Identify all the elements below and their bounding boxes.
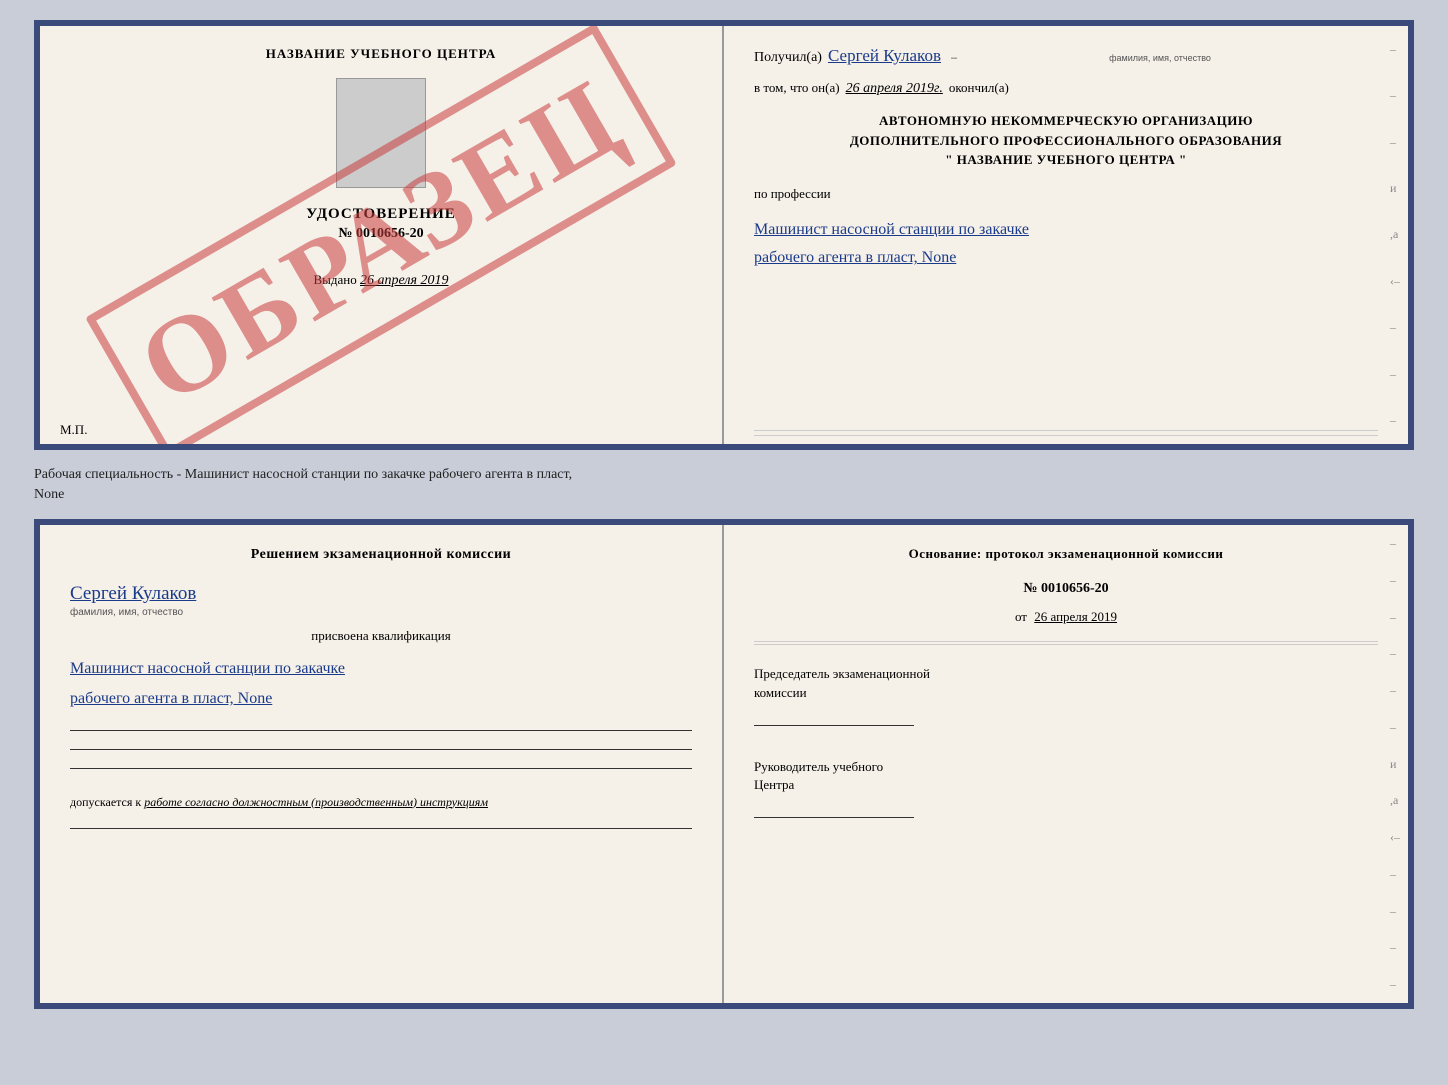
rukovoditel-block: Руководитель учебного Центра [754,758,1378,818]
caption-line1: Рабочая специальность - Машинист насосно… [34,465,1414,485]
poluchil-name: Сергей Кулаков [828,46,941,66]
vydano-line: Выдано 26 апреля 2019 [314,272,449,289]
bottom-document: Решением экзаменационной комиссии Сергей… [34,519,1414,1009]
bottom-right-panel: Основание: протокол экзаменационной коми… [724,525,1408,1009]
sep-lines [754,641,1378,645]
poluchil-label: Получил(а) [754,50,822,66]
sig-line-2 [70,749,692,750]
sep1 [754,430,1378,431]
vtom-line: в том, что он(а) 26 апреля 2019г. окончи… [754,80,1378,97]
po-professii-label: по профессии [754,186,1378,202]
dopuskaetsya-block: допускается к работе согласно должностны… [70,794,692,811]
vtom-label: в том, что он(а) [754,80,840,96]
bottom-sig-line-final [70,828,692,829]
profession-line1-top: Машинист насосной станции по закачке [754,216,1378,245]
sep2 [754,435,1378,436]
top-right-panel: Получил(а) Сергей Кулаков – фамилия, имя… [724,26,1408,450]
avt-line1: АВТОНОМНУЮ НЕКОММЕРЧЕСКУЮ ОРГАНИЗАЦИЮ [754,111,1378,131]
bottom-sig-lines [70,730,692,769]
bottom-profession-line1: Машинист насосной станции по закачке [70,654,692,684]
predsedatel-line1: Председатель экзаменационной [754,665,1378,683]
predsedatel-sig-line [754,706,914,726]
ot-label: от [1015,609,1027,624]
komissia-title: Решением экзаменационной комиссии [70,545,692,565]
caption-text: Рабочая специальность - Машинист насосно… [34,460,1414,509]
sep-r2 [754,644,1378,645]
bottom-profession-line2: рабочего агента в пласт, None [70,684,692,714]
bottom-profession-block: Машинист насосной станции по закачке раб… [70,654,692,715]
rukovoditel-line2: Центра [754,776,1378,794]
sig-line-3 [70,768,692,769]
vydano-date: 26 апреля 2019 [360,273,448,288]
avt-line2: ДОПОЛНИТЕЛЬНОГО ПРОФЕССИОНАЛЬНОГО ОБРАЗО… [754,131,1378,151]
osnovaniye-label: Основание: протокол экзаменационной коми… [754,545,1378,563]
poluchil-line: Получил(а) Сергей Кулаков – фамилия, имя… [754,46,1378,66]
rukovoditel-line1: Руководитель учебного [754,758,1378,776]
top-left-panel: НАЗВАНИЕ УЧЕБНОГО ЦЕНТРА ОБРАЗЕЦ УДОСТОВ… [40,26,724,450]
prisvoena-label: присвоена квалификация [70,628,692,644]
dopuskaetsya-label: допускается к [70,795,141,809]
vydano-label: Выдано [314,272,357,287]
top-profession-block: Машинист насосной станции по закачке раб… [754,216,1378,274]
sig-final [70,828,692,829]
right-dashes-top: –––и,а‹–––– [1390,26,1400,444]
sep-r1 [754,641,1378,642]
right-dashes-bottom: ––––––и,а‹––––– [1390,525,1400,1003]
udostoverenie-number: № 0010656-20 [306,226,456,242]
avt-line3: " НАЗВАНИЕ УЧЕБНОГО ЦЕНТРА " [754,150,1378,170]
bottom-left-panel: Решением экзаменационной комиссии Сергей… [40,525,724,1009]
udostoverenie-block: УДОСТОВЕРЕНИЕ № 0010656-20 [306,206,456,242]
rukovoditel-sig-line [754,798,914,818]
caption-line2: None [34,485,1414,505]
top-center-title: НАЗВАНИЕ УЧЕБНОГО ЦЕНТРА [266,46,497,62]
mp-label: М.П. [60,422,87,438]
avt-block: АВТОНОМНУЮ НЕКОММЕРЧЕСКУЮ ОРГАНИЗАЦИЮ ДО… [754,111,1378,170]
bottom-name: Сергей Кулаков [70,583,692,605]
top-document: НАЗВАНИЕ УЧЕБНОГО ЦЕНТРА ОБРАЗЕЦ УДОСТОВ… [34,20,1414,450]
ot-date-block: от 26 апреля 2019 [754,609,1378,625]
sig-line-1 [70,730,692,731]
bottom-date: 26 апреля 2019 [1034,609,1117,624]
komissia-text: Решением экзаменационной комиссии [251,547,511,562]
familiya-hint-top: фамилия, имя, отчество [1109,53,1211,63]
bottom-name-block: Сергей Кулаков фамилия, имя, отчество [70,583,692,618]
vtom-date: 26 апреля 2019г. [846,81,943,97]
dopuskaetsya-text: работе согласно должностным (производств… [144,795,488,809]
predsedatel-block: Председатель экзаменационной комиссии [754,665,1378,725]
okonchil-label: окончил(а) [949,80,1009,96]
udostoverenie-title: УДОСТОВЕРЕНИЕ [306,206,456,223]
bottom-familiya-hint: фамилия, имя, отчество [70,607,692,618]
photo-placeholder [336,78,426,188]
predsedatel-line2: комиссии [754,684,1378,702]
protokol-number: № 0010656-20 [754,581,1378,597]
profession-line2-top: рабочего агента в пласт, None [754,244,1378,273]
